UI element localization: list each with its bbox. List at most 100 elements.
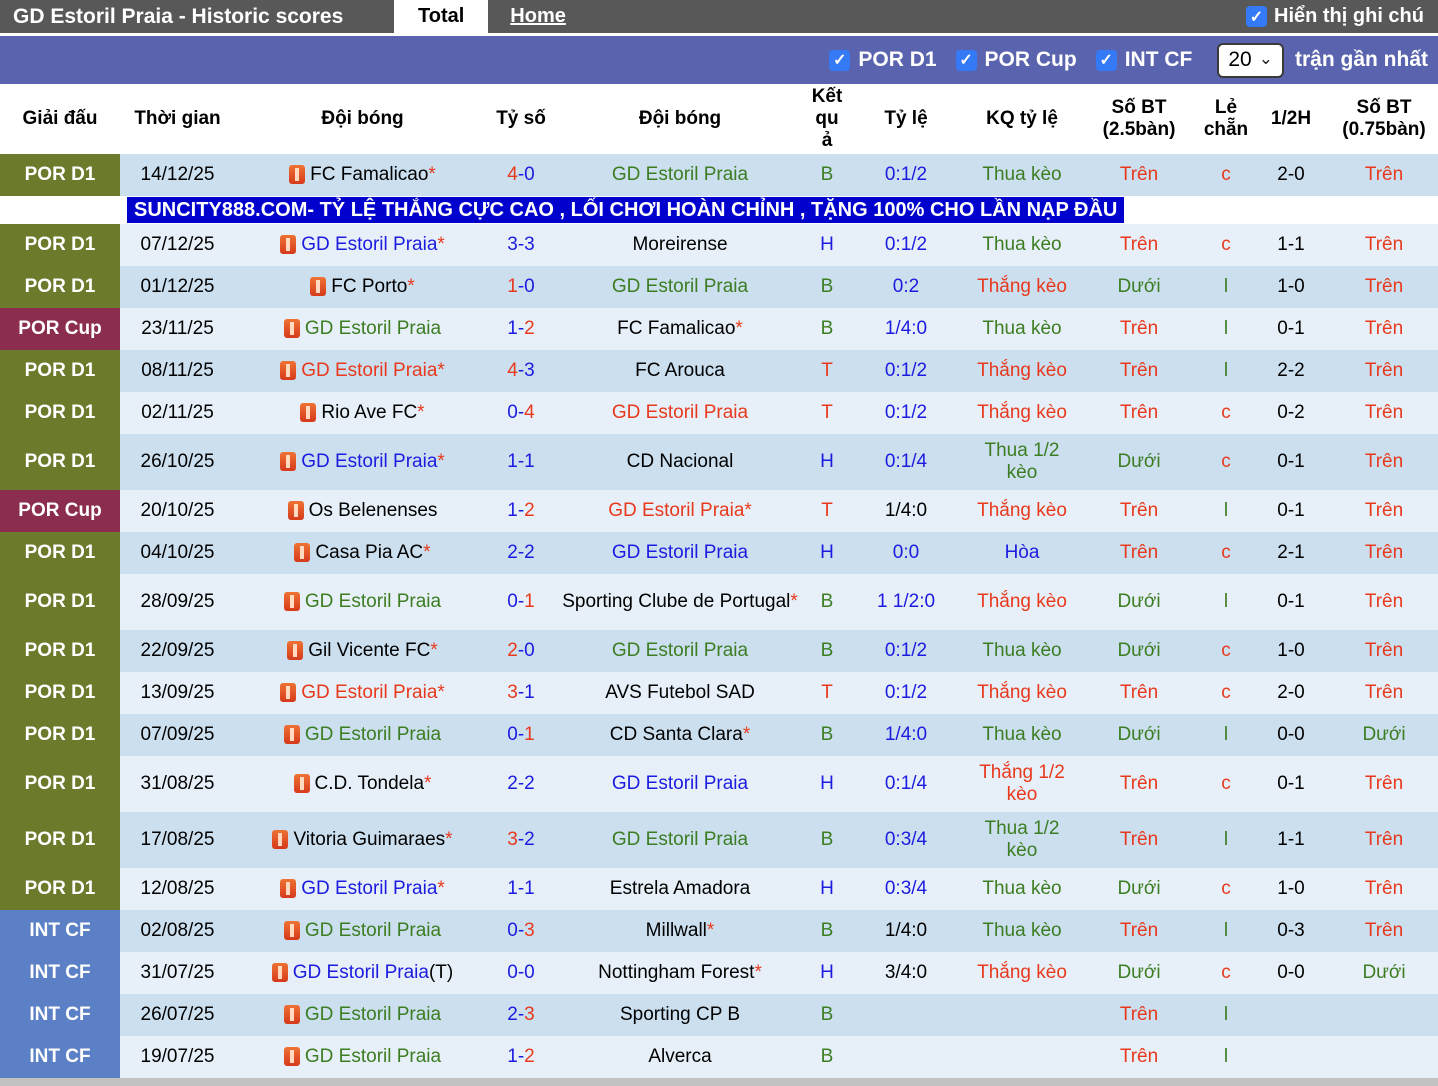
handicap-result: Thắng kèo xyxy=(977,401,1067,423)
match-date: 02/11/25 xyxy=(141,401,214,423)
home-team[interactable]: GD Estoril Praia xyxy=(235,994,490,1036)
odd-even-result: c xyxy=(1221,541,1231,563)
away-team[interactable]: GD Estoril Praia xyxy=(552,392,808,434)
away-team[interactable]: Estrela Amadora xyxy=(552,868,808,910)
away-team[interactable]: FC Arouca xyxy=(552,350,808,392)
table-row: INT CF 02/08/25 GD Estoril Praia 0-3 Mil… xyxy=(0,909,1438,952)
away-team[interactable]: Moreirense xyxy=(552,224,808,266)
home-team[interactable]: FC Famalicao* xyxy=(235,154,490,196)
away-team[interactable]: GD Estoril Praia* xyxy=(552,490,808,532)
score: 2-3 xyxy=(507,1003,535,1025)
away-team[interactable]: GD Estoril Praia xyxy=(552,812,808,868)
table-body: POR D1 14/12/25 FC Famalicao* 4-0 GD Est… xyxy=(0,153,1438,1078)
por-cup-checkbox-icon[interactable] xyxy=(955,49,977,71)
away-team[interactable]: Nottingham Forest* xyxy=(552,952,808,994)
over-under-0-75-result: Trên xyxy=(1364,163,1404,185)
home-team[interactable]: Vitoria Guimaraes* xyxy=(235,812,490,868)
away-team[interactable]: CD Santa Clara* xyxy=(552,714,808,756)
home-team[interactable]: C.D. Tondela* xyxy=(235,756,490,812)
handicap-odds xyxy=(846,994,966,1036)
ad-banner[interactable]: SUNCITY888.COM- TỶ LỆ THẮNG CỰC CAO , LỐ… xyxy=(127,196,1125,223)
table-row: POR D1 02/11/25 Rio Ave FC* 0-4 GD Estor… xyxy=(0,391,1438,434)
home-team[interactable]: GD Estoril Praia xyxy=(235,714,490,756)
home-team[interactable]: GD Estoril Praia* xyxy=(235,672,490,714)
red-card-icon xyxy=(289,165,306,185)
home-team[interactable]: GD Estoril Praia xyxy=(235,1036,490,1078)
league-badge: POR D1 xyxy=(0,811,120,868)
handicap-odds: 1 1/2:0 xyxy=(876,590,936,612)
away-team[interactable]: AVS Futebol SAD xyxy=(552,672,808,714)
home-team[interactable]: Os Belenenses xyxy=(235,490,490,532)
odd-even-result: l xyxy=(1223,1003,1229,1025)
score: 4-0 xyxy=(507,163,535,185)
home-team[interactable]: GD Estoril Praia xyxy=(235,574,490,630)
half-time-score: 1-0 xyxy=(1277,639,1305,661)
league-badge: POR D1 xyxy=(0,713,120,756)
home-team[interactable]: GD Estoril Praia* xyxy=(235,224,490,266)
red-card-icon xyxy=(287,501,304,521)
home-team[interactable]: FC Porto* xyxy=(235,266,490,308)
over-under-2-5-result: Trên xyxy=(1119,359,1159,381)
over-under-2-5-result: Trên xyxy=(1119,772,1159,794)
score: 0-0 xyxy=(507,961,535,983)
home-team[interactable]: GD Estoril Praia xyxy=(235,308,490,350)
col-odds-result: KQ tỷ lệ xyxy=(986,107,1058,129)
match-date: 23/11/25 xyxy=(141,317,214,339)
match-date: 08/11/25 xyxy=(141,359,214,381)
away-team[interactable]: CD Nacional xyxy=(552,434,808,490)
away-team[interactable]: GD Estoril Praia xyxy=(552,756,808,812)
match-date: 04/10/25 xyxy=(140,541,215,563)
over-under-2-5-result: Trên xyxy=(1119,499,1159,521)
home-team[interactable]: Rio Ave FC* xyxy=(235,392,490,434)
score: 0-1 xyxy=(507,590,535,612)
half-time-score: 2-0 xyxy=(1277,163,1305,185)
table-row: POR D1 17/08/25 Vitoria Guimaraes* 3-2 G… xyxy=(0,811,1438,868)
away-team[interactable]: Millwall* xyxy=(552,910,808,952)
odd-even-result: c xyxy=(1221,681,1231,703)
home-team[interactable]: GD Estoril Praia(T) xyxy=(235,952,490,994)
home-team[interactable]: GD Estoril Praia xyxy=(235,910,490,952)
away-team[interactable]: GD Estoril Praia xyxy=(552,266,808,308)
half-time-score: 2-0 xyxy=(1277,681,1305,703)
away-team[interactable]: GD Estoril Praia xyxy=(552,154,808,196)
odd-even-result: l xyxy=(1223,1045,1229,1067)
table-row: POR Cup 20/10/25 Os Belenenses 1-2 GD Es… xyxy=(0,489,1438,532)
home-team[interactable]: GD Estoril Praia* xyxy=(235,350,490,392)
notes-checkbox-icon[interactable] xyxy=(1246,6,1267,27)
over-under-0-75-result: Trên xyxy=(1364,317,1404,339)
home-team[interactable]: GD Estoril Praia* xyxy=(235,434,490,490)
odd-even-result: l xyxy=(1223,590,1229,612)
col-league: Giải đấu xyxy=(22,107,98,129)
home-team[interactable]: Gil Vicente FC* xyxy=(235,630,490,672)
over-under-0-75-result: Trên xyxy=(1364,541,1404,563)
handicap-odds: 0:1/2 xyxy=(884,233,928,255)
por-d1-checkbox-icon[interactable] xyxy=(829,49,851,71)
match-count-select[interactable]: 20 ⌄ xyxy=(1217,42,1284,78)
table-row: POR D1 07/09/25 GD Estoril Praia 0-1 CD … xyxy=(0,713,1438,756)
away-team[interactable]: GD Estoril Praia xyxy=(552,532,808,574)
odd-even-result: l xyxy=(1223,317,1229,339)
away-team[interactable]: FC Famalicao* xyxy=(552,308,808,350)
league-badge: POR D1 xyxy=(0,153,120,196)
score: 0-3 xyxy=(507,919,535,941)
tab-total[interactable]: Total xyxy=(394,0,489,33)
handicap-odds: 0:1/2 xyxy=(884,639,928,661)
result-letter: H xyxy=(820,961,834,983)
home-team[interactable]: GD Estoril Praia* xyxy=(235,868,490,910)
home-team[interactable]: Casa Pia AC* xyxy=(235,532,490,574)
handicap-odds: 0:3/4 xyxy=(884,828,928,850)
away-team[interactable]: GD Estoril Praia xyxy=(552,630,808,672)
tab-home[interactable]: Home xyxy=(494,0,582,33)
red-card-icon xyxy=(271,963,288,983)
odd-even-result: l xyxy=(1223,359,1229,381)
result-letter: H xyxy=(820,541,834,563)
result-letter: H xyxy=(820,877,834,899)
away-team[interactable]: Alverca xyxy=(552,1036,808,1078)
red-card-icon xyxy=(283,1005,300,1025)
result-letter: T xyxy=(821,401,833,423)
away-team[interactable]: Sporting CP B xyxy=(552,994,808,1036)
int-cf-checkbox-icon[interactable] xyxy=(1095,49,1117,71)
handicap-odds: 0:0 xyxy=(892,541,920,563)
league-badge: POR Cup xyxy=(0,307,120,350)
away-team[interactable]: Sporting Clube de Portugal* xyxy=(552,574,808,630)
